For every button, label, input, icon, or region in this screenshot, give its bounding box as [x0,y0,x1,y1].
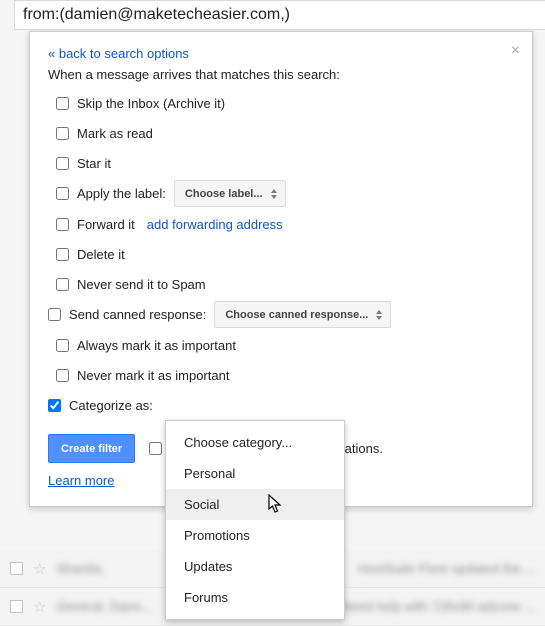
dropdown-item-updates[interactable]: Updates [166,551,344,582]
mark-important-checkbox[interactable] [56,339,69,352]
dropdown-item-personal[interactable]: Personal [166,458,344,489]
row-checkbox[interactable] [10,600,23,613]
forward-label: Forward it [77,217,135,232]
never-important-checkbox[interactable] [56,369,69,382]
mark-read-label: Mark as read [77,126,153,141]
apply-label-label: Apply the label: [77,186,166,201]
close-icon[interactable]: × [511,42,520,60]
delete-checkbox[interactable] [56,248,69,261]
apply-existing-checkbox[interactable] [149,442,162,455]
dropdown-item-forums[interactable]: Forums [166,582,344,613]
delete-label: Delete it [77,247,125,262]
dropdown-item-promotions[interactable]: Promotions [166,520,344,551]
search-input[interactable]: from:(damien@maketecheasier.com,) [14,0,545,30]
canned-response-checkbox[interactable] [48,308,61,321]
search-query-text: from:(damien@maketecheasier.com,) [23,6,290,24]
choose-canned-text: Choose canned response... [225,309,368,321]
categorize-checkbox[interactable] [48,399,61,412]
forward-checkbox[interactable] [56,218,69,231]
sort-icon [376,310,382,320]
never-important-label: Never mark it as important [77,368,229,383]
choose-canned-select[interactable]: Choose canned response... [214,301,391,328]
intro-text: When a message arrives that matches this… [48,67,514,82]
never-spam-checkbox[interactable] [56,278,69,291]
row-checkbox[interactable] [10,562,23,575]
dropdown-item-social[interactable]: Social [166,489,344,520]
dropdown-item-choose[interactable]: Choose category... [166,427,344,458]
learn-more-link[interactable]: Learn more [48,473,114,488]
star-icon[interactable]: ☆ [33,598,46,616]
star-icon[interactable]: ☆ [33,560,46,578]
add-forwarding-link[interactable]: add forwarding address [147,217,283,232]
create-filter-button[interactable]: Create filter [48,434,135,463]
mark-important-label: Always mark it as important [77,338,236,353]
row-sender: General. Dami... [56,599,151,614]
back-to-search-link[interactable]: « back to search options [48,46,189,61]
star-checkbox[interactable] [56,157,69,170]
never-spam-label: Never send it to Spam [77,277,206,292]
choose-label-text: Choose label... [185,188,263,200]
mark-read-checkbox[interactable] [56,127,69,140]
apply-label-checkbox[interactable] [56,187,69,200]
row-subject: HootSuite Flore updated the ... [358,561,535,576]
row-sender: Shanita, [56,561,104,576]
skip-inbox-checkbox[interactable] [56,97,69,110]
skip-inbox-label: Skip the Inbox (Archive it) [77,96,225,111]
star-label: Star it [77,156,111,171]
row-subject: Need help with 728x90 adzone ... [342,599,535,614]
sort-icon [271,189,277,199]
categorize-label: Categorize as: [69,398,153,413]
choose-label-select[interactable]: Choose label... [174,180,286,207]
category-dropdown: Choose category... Personal Social Promo… [165,420,345,620]
canned-response-label: Send canned response: [69,307,206,322]
